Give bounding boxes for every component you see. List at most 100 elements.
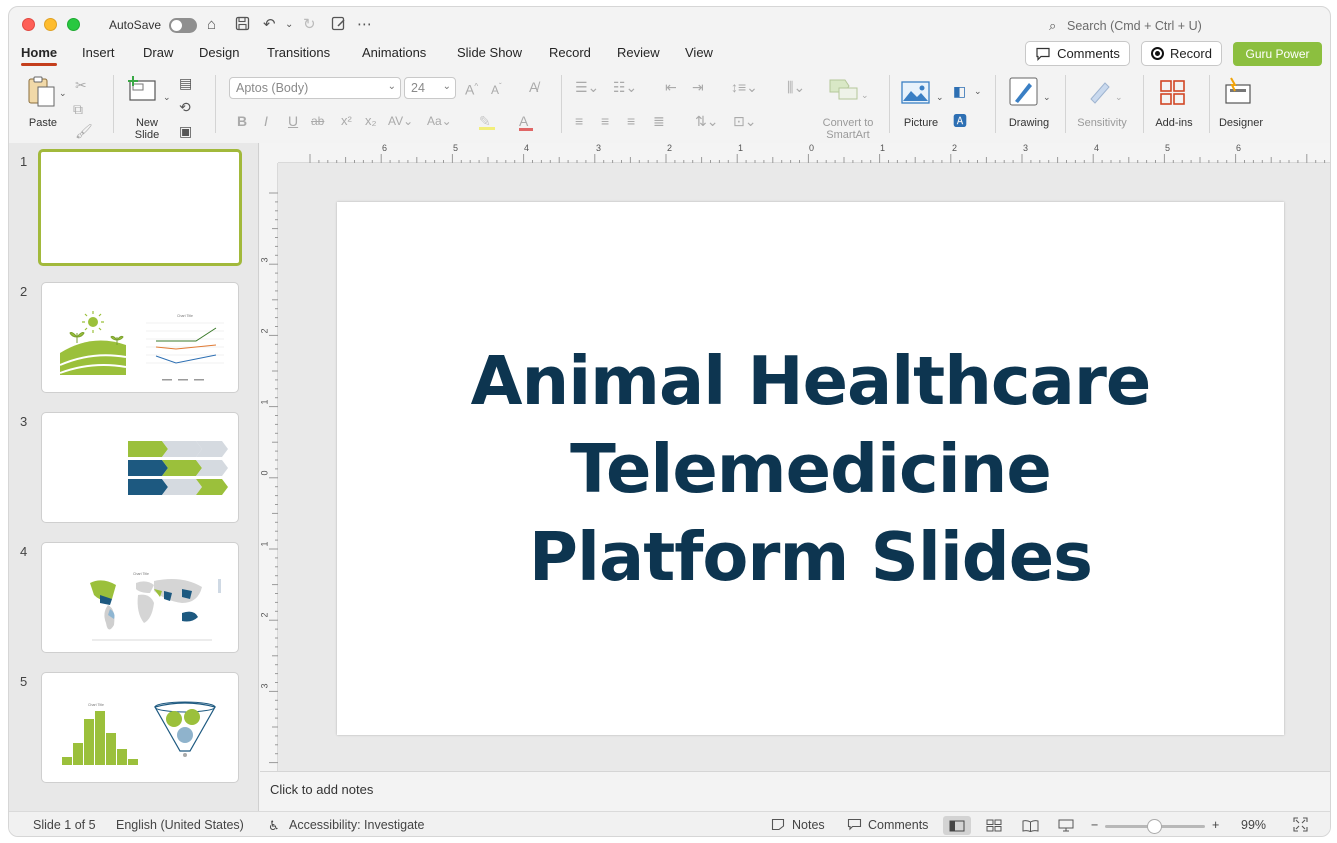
slide-thumbnail-3[interactable]: [41, 412, 239, 523]
customize-toolbar-icon[interactable]: [331, 16, 347, 36]
text-box-icon[interactable]: 🅰: [953, 113, 967, 129]
decrease-indent-icon[interactable]: ⇤: [665, 79, 677, 95]
zoom-in-button[interactable]: +: [1212, 818, 1219, 832]
redo-icon[interactable]: ↻: [303, 16, 316, 34]
tab-transitions[interactable]: Transitions: [267, 45, 330, 60]
accessibility-icon[interactable]: ♿: [268, 818, 280, 834]
comments-toggle-icon[interactable]: [847, 818, 862, 834]
line-spacing-icon[interactable]: ↕≡⌄: [731, 79, 758, 95]
slide-title-text[interactable]: Animal Healthcare Telemedicine Platform …: [471, 337, 1152, 601]
drawing-dropdown-chevron-icon[interactable]: ⌄: [1043, 89, 1051, 105]
shapes-icon[interactable]: ◧: [953, 83, 966, 99]
text-direction-icon[interactable]: ⇅⌄: [695, 113, 718, 129]
zoom-out-button[interactable]: −: [1091, 818, 1098, 832]
tab-view[interactable]: View: [685, 45, 713, 60]
minimize-window-button[interactable]: [44, 18, 57, 31]
font-name-select[interactable]: Aptos (Body) ⌄: [229, 77, 401, 99]
comments-toggle-button[interactable]: Comments: [868, 818, 928, 832]
designer-icon[interactable]: [1223, 77, 1253, 110]
smartart-dropdown-chevron-icon[interactable]: ⌄: [861, 87, 869, 103]
more-options-icon[interactable]: ⋯: [357, 16, 372, 34]
new-slide-dropdown-chevron-icon[interactable]: ⌄: [163, 89, 171, 105]
new-slide-icon[interactable]: [127, 75, 157, 106]
undo-icon[interactable]: ↶: [263, 16, 276, 34]
increase-font-size-icon[interactable]: A^: [465, 79, 478, 98]
subscript-icon[interactable]: x₂: [365, 113, 377, 129]
tab-review[interactable]: Review: [617, 45, 660, 60]
align-right-icon[interactable]: ≡: [627, 113, 635, 129]
zoom-slider-thumb[interactable]: [1147, 819, 1162, 834]
section-icon[interactable]: ▣: [179, 123, 192, 139]
picture-dropdown-chevron-icon[interactable]: ⌄: [936, 89, 944, 105]
search-icon[interactable]: ⌕: [1049, 17, 1056, 35]
home-icon[interactable]: ⌂: [207, 16, 216, 34]
paste-icon[interactable]: [25, 75, 59, 112]
notes-toggle-button[interactable]: Notes: [792, 818, 825, 832]
italic-icon[interactable]: I: [264, 113, 268, 129]
reset-icon[interactable]: ⟲: [179, 99, 191, 115]
slide-thumbnail-5[interactable]: Chart Title: [41, 672, 239, 783]
notes-toggle-icon[interactable]: [771, 818, 785, 834]
slide-thumbnail-1[interactable]: [38, 149, 242, 266]
tab-design[interactable]: Design: [199, 45, 239, 60]
autosave-toggle[interactable]: [169, 18, 197, 33]
search-input[interactable]: Search (Cmd + Ctrl + U): [1067, 19, 1202, 33]
cut-icon[interactable]: ✂: [75, 77, 87, 93]
tab-animations[interactable]: Animations: [362, 45, 426, 60]
slide-canvas[interactable]: Animal Healthcare Telemedicine Platform …: [337, 202, 1284, 735]
font-color-icon[interactable]: A: [519, 113, 533, 131]
highlight-icon[interactable]: ✎: [479, 113, 495, 130]
tab-draw[interactable]: Draw: [143, 45, 173, 60]
add-ins-icon[interactable]: [1159, 79, 1187, 110]
zoom-window-button[interactable]: [67, 18, 80, 31]
vertical-ruler[interactable]: 3 2 1 0 1 2 3: [260, 163, 278, 771]
format-painter-icon[interactable]: 🖌: [75, 123, 93, 139]
tab-record[interactable]: Record: [549, 45, 591, 60]
decrease-font-size-icon[interactable]: Aˇ: [491, 79, 502, 98]
align-center-icon[interactable]: ≡: [601, 113, 609, 129]
slide-sorter-view-button[interactable]: [980, 816, 1008, 835]
sensitivity-icon[interactable]: [1087, 79, 1113, 108]
normal-view-button[interactable]: [943, 816, 971, 835]
character-spacing-icon[interactable]: AV⌄: [388, 113, 413, 129]
language-indicator[interactable]: English (United States): [116, 818, 244, 832]
drawing-icon[interactable]: [1009, 77, 1039, 110]
clear-formatting-icon[interactable]: A̸: [529, 79, 538, 95]
numbering-icon[interactable]: ☷⌄: [613, 79, 637, 95]
tab-slide-show[interactable]: Slide Show: [457, 45, 522, 60]
convert-to-smartart-icon[interactable]: [829, 77, 859, 104]
undo-dropdown-chevron-icon[interactable]: ⌄: [285, 16, 293, 34]
columns-icon[interactable]: ⫼⌄: [787, 79, 805, 95]
shapes-dropdown-chevron-icon[interactable]: ⌄: [974, 83, 982, 99]
justify-icon[interactable]: ≣: [653, 113, 665, 129]
picture-icon[interactable]: [901, 81, 931, 108]
font-size-select[interactable]: 24 ⌄: [404, 77, 456, 99]
superscript-icon[interactable]: x²: [341, 113, 352, 129]
bold-icon[interactable]: B: [237, 113, 247, 129]
change-case-icon[interactable]: Aa⌄: [427, 113, 452, 129]
strikethrough-icon[interactable]: ab: [311, 113, 324, 129]
horizontal-ruler[interactable]: 6 5 4 3 2 1 0 1 2 3 4 5 6: [278, 143, 1330, 163]
tab-insert[interactable]: Insert: [82, 45, 115, 60]
fit-to-window-icon[interactable]: [1293, 817, 1308, 835]
record-button[interactable]: Record: [1141, 41, 1222, 66]
paste-dropdown-chevron-icon[interactable]: ⌄: [59, 85, 67, 101]
reading-view-button[interactable]: [1016, 816, 1044, 835]
sensitivity-dropdown-chevron-icon[interactable]: ⌄: [1115, 89, 1123, 105]
underline-icon[interactable]: U: [288, 113, 298, 129]
tab-home[interactable]: Home: [21, 45, 58, 66]
increase-indent-icon[interactable]: ⇥: [692, 79, 704, 95]
comments-button[interactable]: Comments: [1025, 41, 1130, 66]
slide-show-view-button[interactable]: [1052, 816, 1080, 835]
close-window-button[interactable]: [22, 18, 35, 31]
align-text-icon[interactable]: ⊡⌄: [733, 113, 756, 129]
layout-icon[interactable]: ▤: [179, 75, 192, 91]
slide-thumbnail-2[interactable]: Chart Title: [41, 282, 239, 393]
accessibility-status[interactable]: Accessibility: Investigate: [289, 818, 424, 832]
notes-pane[interactable]: Click to add notes: [260, 771, 1330, 811]
bullets-icon[interactable]: ☰⌄: [575, 79, 599, 95]
zoom-level[interactable]: 99%: [1241, 818, 1266, 832]
guru-power-button[interactable]: Guru Power: [1233, 42, 1322, 66]
slide-thumbnail-4[interactable]: Chart Title: [41, 542, 239, 653]
align-left-icon[interactable]: ≡: [575, 113, 583, 129]
